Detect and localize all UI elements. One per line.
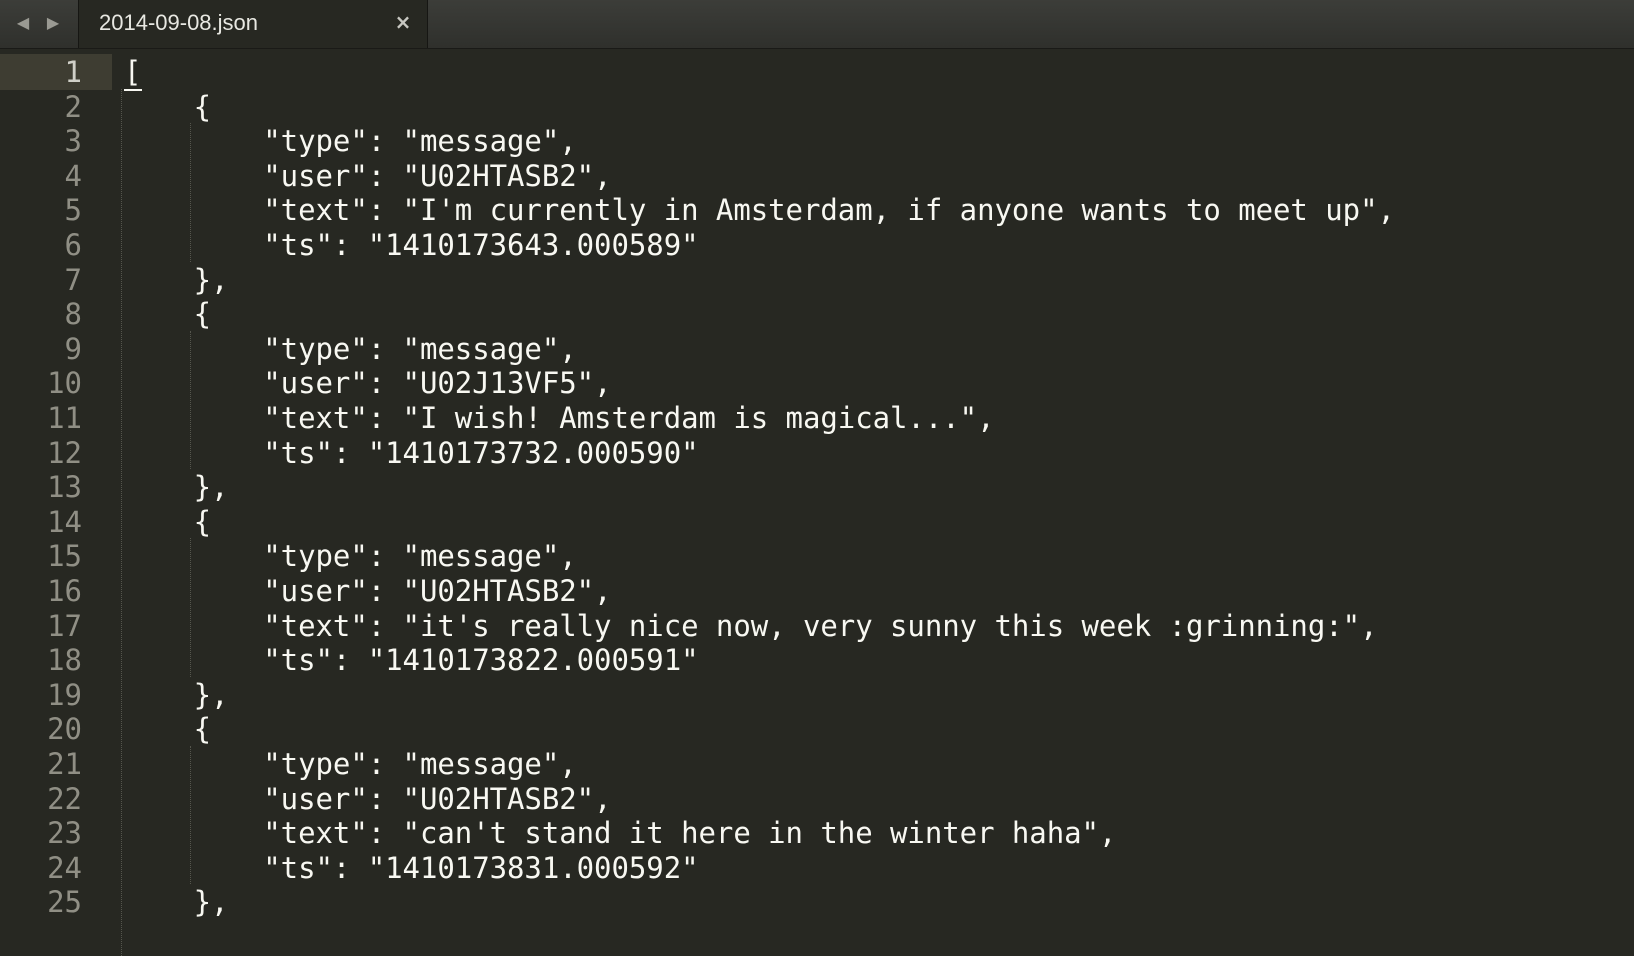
line-number: 11 (47, 401, 82, 435)
code-line[interactable]: "user": "U02HTASB2", (124, 781, 611, 817)
line-number: 25 (47, 885, 82, 920)
code-line[interactable]: "ts": "1410173831.000592" (124, 850, 698, 886)
line-number: 8 (64, 297, 82, 332)
line-number: 1 (64, 55, 82, 89)
line-number: 24 (47, 850, 82, 885)
file-tab[interactable]: 2014-09-08.json × (78, 0, 428, 48)
line-number: 2 (64, 89, 82, 124)
line-number: 17 (47, 608, 82, 643)
code-line[interactable]: [ (124, 54, 141, 90)
code-line[interactable]: "type": "message", (124, 123, 576, 159)
indent-guide (190, 330, 192, 470)
code-line[interactable]: "user": "U02J13VF5", (124, 365, 611, 401)
line-number: 13 (47, 470, 82, 505)
code-line[interactable]: "text": "I wish! Amsterdam is magical...… (124, 400, 994, 436)
line-number: 22 (47, 781, 82, 816)
line-number: 9 (64, 331, 82, 366)
line-number: 18 (47, 643, 82, 678)
indent-guide (190, 746, 192, 885)
code-line[interactable]: "ts": "1410173822.000591" (124, 642, 698, 678)
code-line[interactable]: "user": "U02HTASB2", (124, 573, 611, 609)
code-line[interactable]: { (124, 296, 211, 332)
line-number: 7 (64, 262, 82, 297)
back-arrow-icon[interactable]: ◀ (12, 12, 34, 34)
code-line[interactable]: }, (124, 262, 229, 298)
code-line[interactable]: "type": "message", (124, 538, 576, 574)
code-line[interactable]: }, (124, 469, 229, 505)
tab-title: 2014-09-08.json (99, 10, 259, 35)
line-number: 6 (64, 228, 82, 262)
close-icon[interactable]: × (391, 10, 415, 34)
indent-guide (121, 88, 122, 956)
line-number: 10 (47, 366, 82, 401)
forward-arrow-icon[interactable]: ▶ (42, 12, 64, 34)
code-line[interactable]: "ts": "1410173643.000589" (124, 227, 698, 263)
line-number: 16 (47, 574, 82, 608)
code-line[interactable]: "type": "message", (124, 746, 576, 782)
code-line[interactable]: "text": "it's really nice now, very sunn… (124, 608, 1377, 644)
code-editor[interactable]: 1 2 3 4 5 6 7 8 9 10 11 12 13 14 15 16 17 18 19 20 21 22 23 24 2… (0, 49, 1634, 956)
code-line[interactable]: { (124, 504, 211, 540)
code-line[interactable]: "type": "message", (124, 331, 576, 367)
code-line[interactable]: }, (124, 884, 229, 920)
tab-bar: ◀ ▶ 2014-09-08.json × (0, 0, 1634, 49)
line-number: 14 (47, 504, 82, 539)
indent-guide (190, 123, 192, 262)
line-number: 5 (64, 193, 82, 228)
line-number: 19 (47, 677, 82, 712)
line-number: 23 (47, 816, 82, 851)
code-line[interactable]: "text": "I'm currently in Amsterdam, if … (124, 192, 1395, 228)
code-area[interactable]: [ { "type": "message", "user": "U02HTASB… (121, 49, 1624, 956)
code-line[interactable]: { (124, 89, 211, 125)
code-line[interactable]: "ts": "1410173732.000590" (124, 435, 698, 471)
code-line[interactable]: "text": "can't stand it here in the wint… (124, 815, 1116, 851)
code-line[interactable]: { (124, 711, 211, 747)
line-number-gutter: 1 2 3 4 5 6 7 8 9 10 11 12 13 14 15 16 17 18 19 20 21 22 23 24 2… (0, 49, 112, 956)
code-line[interactable]: }, (124, 677, 229, 713)
line-number: 3 (64, 124, 82, 159)
line-number: 15 (47, 539, 82, 574)
line-number: 20 (47, 712, 82, 747)
code-line[interactable]: "user": "U02HTASB2", (124, 158, 611, 194)
indent-guide (190, 538, 192, 677)
line-number: 21 (47, 747, 82, 781)
line-number: 12 (47, 435, 82, 470)
line-number: 4 (64, 158, 82, 193)
